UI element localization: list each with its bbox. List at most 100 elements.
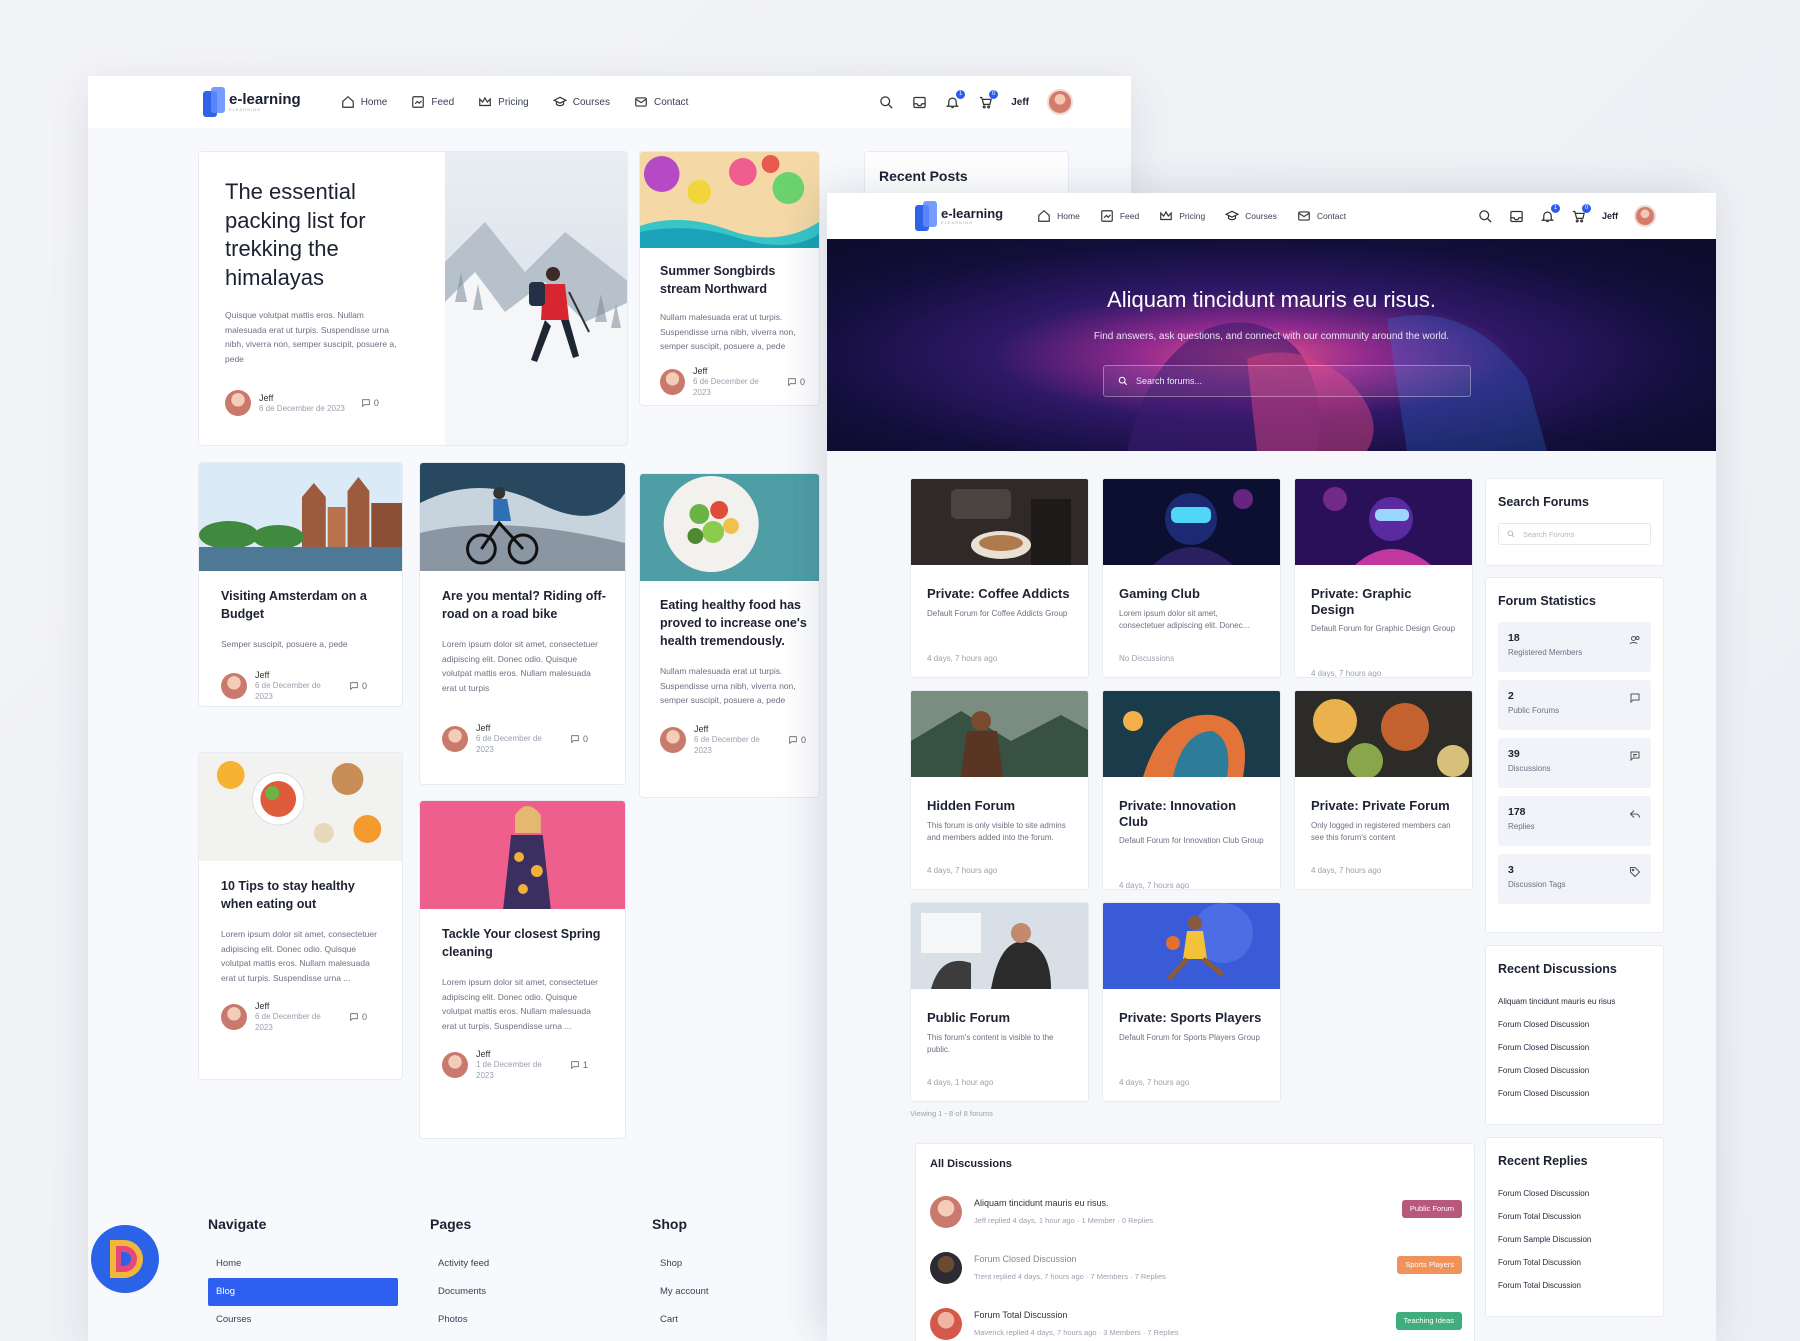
post-title[interactable]: Visiting Amsterdam on a Budget — [221, 587, 386, 623]
inbox-icon[interactable] — [912, 95, 927, 110]
comment-count[interactable]: 1 — [570, 1060, 588, 1070]
nav-courses[interactable]: Courses — [1225, 209, 1277, 223]
forum-title[interactable]: Private: Innovation Club — [1119, 798, 1264, 829]
recent-reply-link[interactable]: Forum Total Discussion — [1498, 1205, 1651, 1228]
sidebar-search-input[interactable]: Search Forums — [1498, 523, 1651, 545]
post-card[interactable]: Are you mental? Riding off-road on a roa… — [419, 462, 626, 785]
featured-post-card[interactable]: The essential packing list for trekking … — [198, 151, 628, 446]
forum-title[interactable]: Private: Private Forum — [1311, 798, 1456, 814]
nav-pricing[interactable]: Pricing — [1159, 209, 1205, 223]
footer-link[interactable]: Cart — [652, 1306, 802, 1334]
forum-title[interactable]: Private: Graphic Design — [1311, 586, 1456, 617]
forum-card[interactable]: Private: Innovation Club Default Forum f… — [1102, 690, 1281, 890]
inbox-icon[interactable] — [1509, 209, 1524, 224]
post-card[interactable]: Tackle Your closest Spring cleaning Lore… — [419, 800, 626, 1139]
recent-reply-link[interactable]: Forum Total Discussion — [1498, 1251, 1651, 1274]
post-title[interactable]: Tackle Your closest Spring cleaning — [442, 925, 607, 961]
forum-title[interactable]: Private: Sports Players — [1119, 1010, 1264, 1026]
recent-reply-link[interactable]: Forum Total Discussion — [1498, 1274, 1651, 1297]
post-card[interactable]: Visiting Amsterdam on a Budget Semper su… — [198, 462, 403, 707]
comment-count[interactable]: 0 — [349, 1012, 367, 1022]
forum-card[interactable]: Private: Sports Players Default Forum fo… — [1102, 902, 1281, 1102]
brand-logo[interactable]: e-learning ELEARNING — [915, 201, 1003, 231]
post-title[interactable]: Eating healthy food has proved to increa… — [660, 596, 810, 650]
cart[interactable]: 0 — [978, 89, 999, 110]
forum-card[interactable]: Private: Private Forum Only logged in re… — [1294, 690, 1473, 890]
recent-discussion-link[interactable]: Forum Closed Discussion — [1498, 1082, 1651, 1105]
user-avatar[interactable] — [1047, 89, 1073, 115]
author-name[interactable]: Jeff — [259, 393, 345, 403]
user-name[interactable]: Jeff — [1011, 97, 1029, 108]
nav-feed[interactable]: Feed — [411, 95, 454, 109]
brand-logo[interactable]: e-learning ELEARNING — [203, 87, 301, 117]
footer-link[interactable]: Documents — [430, 1278, 610, 1306]
forum-card[interactable]: Private: Graphic Design Default Forum fo… — [1294, 478, 1473, 678]
discussion-row[interactable]: Forum Total Discussion Maverick replied … — [930, 1308, 1462, 1341]
user-name[interactable]: Jeff — [1602, 211, 1618, 221]
forum-card[interactable]: Gaming Club Lorem ipsum dolor sit amet, … — [1102, 478, 1281, 678]
nav-courses[interactable]: Courses — [552, 95, 610, 109]
forum-card[interactable]: Public Forum This forum's content is vis… — [910, 902, 1089, 1102]
comment-count[interactable]: 0 — [788, 735, 806, 745]
notifications[interactable]: 1 — [945, 89, 966, 110]
hero-search-input[interactable]: Search forums... — [1103, 365, 1471, 397]
nav-home[interactable]: Home — [341, 95, 387, 109]
footer-link[interactable]: Activity feed — [430, 1250, 610, 1278]
nav-contact[interactable]: Contact — [1297, 209, 1346, 223]
forum-title[interactable]: Hidden Forum — [927, 798, 1072, 814]
nav-feed[interactable]: Feed — [1100, 209, 1139, 223]
discussion-title[interactable]: Forum Closed Discussion — [974, 1254, 1077, 1264]
recent-discussion-link[interactable]: Forum Closed Discussion — [1498, 1036, 1651, 1059]
forum-tag[interactable]: Teaching Ideas — [1395, 1312, 1462, 1330]
forum-tag[interactable]: Sports Players — [1397, 1256, 1462, 1274]
forum-card[interactable]: Private: Coffee Addicts Default Forum fo… — [910, 478, 1089, 678]
post-card[interactable]: Summer Songbirds stream Northward Nullam… — [639, 151, 820, 406]
recent-discussion-link[interactable]: Aliquam tincidunt mauris eu risus — [1498, 990, 1651, 1013]
footer-link[interactable]: Shop — [652, 1250, 802, 1278]
post-card[interactable]: 10 Tips to stay healthy when eating out … — [198, 752, 403, 1080]
forum-last-activity: 4 days, 7 hours ago — [1311, 865, 1382, 875]
recent-discussion-link[interactable]: Forum Closed Discussion — [1498, 1013, 1651, 1036]
recent-discussion-link[interactable]: Forum Closed Discussion — [1498, 1059, 1651, 1082]
comment-count[interactable]: 0 — [349, 681, 367, 691]
nav-home[interactable]: Home — [1037, 209, 1080, 223]
author-name[interactable]: Jeff — [693, 366, 771, 376]
search-icon[interactable] — [1478, 209, 1493, 224]
post-card[interactable]: Eating healthy food has proved to increa… — [639, 473, 820, 798]
footer-link[interactable]: Courses — [208, 1306, 398, 1334]
cyclist-image — [420, 463, 625, 571]
author-name[interactable]: Jeff — [476, 1049, 554, 1059]
cart[interactable]: 0 — [1571, 203, 1591, 224]
discussion-title[interactable]: Forum Total Discussion — [974, 1310, 1067, 1320]
footer-link-active[interactable]: Blog — [208, 1278, 398, 1306]
author-name[interactable]: Jeff — [694, 724, 772, 734]
forum-title[interactable]: Private: Coffee Addicts — [927, 586, 1072, 602]
forum-card[interactable]: Hidden Forum This forum is only visible … — [910, 690, 1089, 890]
user-avatar[interactable] — [1634, 205, 1656, 227]
forum-tag[interactable]: Public Forum — [1401, 1200, 1462, 1218]
footer-link[interactable]: Home — [208, 1250, 398, 1278]
discussion-title[interactable]: Aliquam tincidunt mauris eu risus. — [974, 1198, 1109, 1208]
footer-link[interactable]: My account — [652, 1278, 802, 1306]
recent-reply-link[interactable]: Forum Closed Discussion — [1498, 1182, 1651, 1205]
search-icon[interactable] — [879, 95, 894, 110]
comment-count[interactable]: 0 — [570, 734, 588, 744]
discussion-row[interactable]: Aliquam tincidunt mauris eu risus. Jeff … — [930, 1196, 1462, 1240]
author-name[interactable]: Jeff — [255, 1001, 333, 1011]
recent-reply-link[interactable]: Forum Sample Discussion — [1498, 1228, 1651, 1251]
comment-count[interactable]: 0 — [361, 398, 379, 408]
post-title[interactable]: Summer Songbirds stream Northward — [660, 262, 805, 298]
notifications[interactable]: 1 — [1540, 203, 1560, 224]
post-title[interactable]: 10 Tips to stay healthy when eating out — [221, 877, 386, 913]
author-name[interactable]: Jeff — [476, 723, 554, 733]
forum-title[interactable]: Gaming Club — [1119, 586, 1264, 602]
author-name[interactable]: Jeff — [255, 670, 333, 680]
featured-post-title[interactable]: The essential packing list for trekking … — [225, 178, 405, 292]
nav-contact[interactable]: Contact — [634, 95, 688, 109]
footer-link[interactable]: Photos — [430, 1306, 610, 1334]
nav-pricing[interactable]: Pricing — [478, 95, 529, 109]
forum-title[interactable]: Public Forum — [927, 1010, 1072, 1026]
comment-count[interactable]: 0 — [787, 377, 805, 387]
post-title[interactable]: Are you mental? Riding off-road on a roa… — [442, 587, 607, 623]
discussion-row[interactable]: Forum Closed Discussion Trent replied 4 … — [930, 1252, 1462, 1296]
